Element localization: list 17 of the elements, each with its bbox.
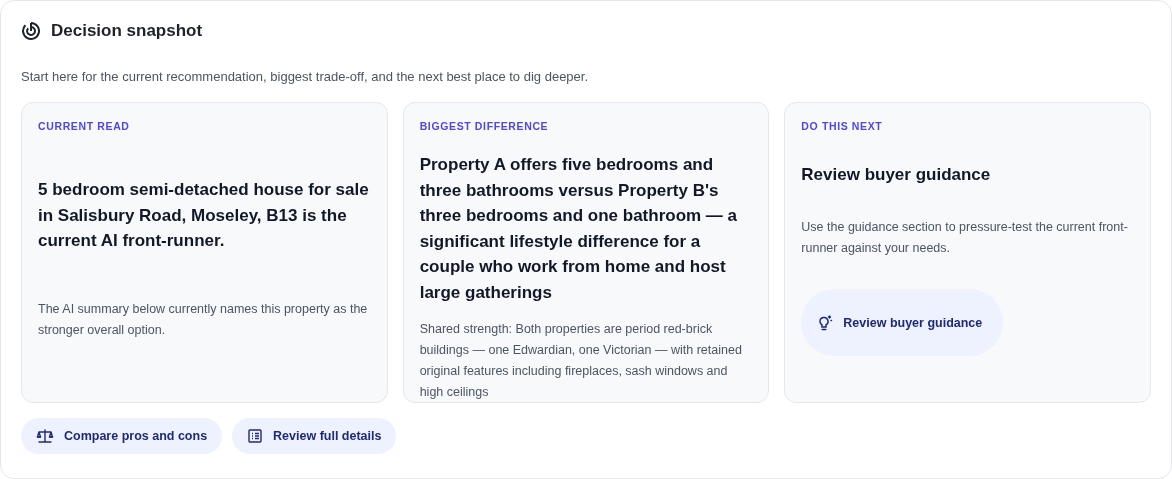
card-headline: Review buyer guidance: [801, 163, 992, 186]
target-icon: [21, 21, 41, 41]
card-note: Shared strength: Both properties are period red-brick buildings — one Edwardian, one Victorian — with retained original features including fireplaces, sash windows and high ceilings: [419, 321, 743, 401]
intro-text: Start here for the current recommendation, biggest trade-off, and the next best place to dig deeper.: [21, 69, 590, 84]
card-label: CURRENT READ: [38, 120, 131, 132]
card-headline: Property A offers five bedrooms and three bathrooms versus Property B's three bedrooms and one bathroom — a significant lifestyle difference for a couple who work from home and host large gatherings: [419, 154, 739, 304]
scales-icon: [36, 428, 54, 444]
action-button[interactable]: Compare pros and cons: [21, 418, 223, 454]
panel-title: Decision snapshot: [51, 21, 203, 41]
card-note: The AI summary below currently names this property as the stronger overall option.: [38, 300, 369, 339]
list-icon: [247, 428, 264, 444]
card-label: DO THIS NEXT: [801, 120, 884, 132]
guidance-button[interactable]: Review buyer guidance: [801, 289, 1004, 357]
card-headline: 5 bedroom semi-detached house for sale in Salisbury Road, Moseley, B13 is the current AI front-runner.: [38, 179, 370, 253]
action-button[interactable]: Review full details: [232, 418, 397, 454]
card-label: BIGGEST DIFFERENCE: [419, 120, 550, 132]
card-note: Use the guidance section to pressure-test the current front-runner against your needs.: [801, 219, 1129, 258]
